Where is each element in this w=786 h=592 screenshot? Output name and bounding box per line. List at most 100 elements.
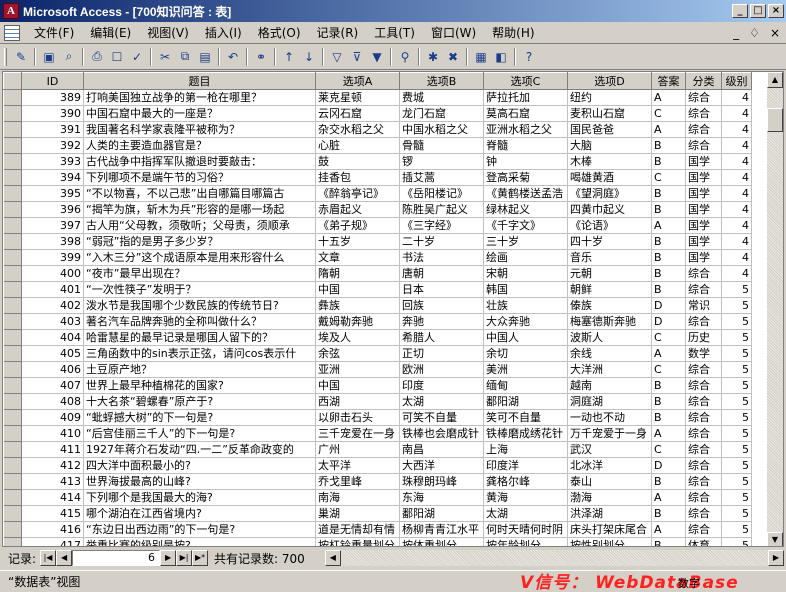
- answer-cell[interactable]: B: [651, 409, 686, 426]
- category-cell[interactable]: 综合: [685, 137, 722, 154]
- option-a-cell[interactable]: 按杠铃重量划分: [315, 537, 400, 546]
- answer-cell[interactable]: B: [651, 153, 686, 170]
- option-b-cell[interactable]: 希腊人: [399, 329, 484, 346]
- option-d-cell[interactable]: 越南: [567, 377, 652, 394]
- record-selector[interactable]: [3, 489, 22, 506]
- option-a-cell[interactable]: 《醉翁亭记》: [315, 185, 400, 202]
- table-row[interactable]: 389 打响美国独立战争的第一枪在哪里？ 莱克星顿 费城 萨拉托加 纽约 A 综合 4: [3, 89, 752, 106]
- question-cell[interactable]: 三角函数中的sin表示正弦，请问cos表示什: [83, 345, 316, 362]
- option-a-cell[interactable]: 以卵击石头: [315, 409, 400, 426]
- category-cell[interactable]: 数学: [685, 345, 722, 362]
- category-cell[interactable]: 国学: [685, 217, 722, 234]
- option-c-cell[interactable]: 上海: [483, 441, 568, 458]
- question-cell[interactable]: “一次性筷子”发明于？: [83, 281, 316, 298]
- answer-cell[interactable]: A: [651, 345, 686, 362]
- category-cell[interactable]: 综合: [685, 409, 722, 426]
- option-c-cell[interactable]: 印度洋: [483, 457, 568, 474]
- menu-tools[interactable]: 工具(T): [366, 24, 423, 41]
- option-a-cell[interactable]: 赤眉起义: [315, 201, 400, 218]
- view-design-icon[interactable]: ✎: [11, 47, 31, 67]
- table-row[interactable]: 393 古代战争中指挥军队撤退时要敲击：鼓锣钟木棒 B 国学 4: [3, 153, 752, 170]
- option-a-cell[interactable]: 亚洲: [315, 361, 400, 378]
- previous-record-button[interactable]: ◀: [56, 550, 73, 566]
- option-d-cell[interactable]: 元朝: [567, 265, 652, 282]
- answer-cell[interactable]: B: [651, 137, 686, 154]
- category-cell[interactable]: 综合: [685, 521, 722, 538]
- option-b-cell[interactable]: 鄱阳湖: [399, 505, 484, 522]
- level-cell[interactable]: 4: [721, 201, 752, 218]
- level-cell[interactable]: 4: [721, 137, 752, 154]
- scroll-left-button[interactable]: ◀: [324, 550, 341, 566]
- record-selector[interactable]: [3, 393, 22, 410]
- option-c-cell[interactable]: 三十岁: [483, 233, 568, 250]
- level-cell[interactable]: 4: [721, 185, 752, 202]
- option-a-cell[interactable]: 隋朝: [315, 265, 400, 282]
- record-selector[interactable]: [3, 281, 22, 298]
- id-cell[interactable]: 413: [21, 473, 84, 490]
- category-cell[interactable]: 综合: [685, 265, 722, 282]
- level-cell[interactable]: 4: [721, 233, 752, 250]
- option-d-cell[interactable]: 余线: [567, 345, 652, 362]
- option-b-cell[interactable]: 南昌: [399, 441, 484, 458]
- option-b-cell[interactable]: 可笑不自量: [399, 409, 484, 426]
- option-a-cell[interactable]: 余弦: [315, 345, 400, 362]
- column-header-level[interactable]: 级别: [721, 72, 752, 90]
- id-cell[interactable]: 405: [21, 345, 84, 362]
- record-selector[interactable]: [3, 377, 22, 394]
- question-cell[interactable]: 世界上最早种植棉花的国家?: [83, 377, 316, 394]
- table-row[interactable]: 404 哈雷慧星的最早记录是哪国人留下的？ 埃及人 希腊人 中国人 波斯人 C 历史 5: [3, 329, 752, 346]
- option-c-cell[interactable]: 鄱阳湖: [483, 393, 568, 410]
- option-d-cell[interactable]: 万千宠爱于一身: [567, 425, 652, 442]
- option-d-cell[interactable]: 音乐: [567, 249, 652, 266]
- search-file-icon[interactable]: ⌕: [59, 47, 79, 67]
- level-cell[interactable]: 4: [721, 153, 752, 170]
- record-selector[interactable]: [3, 233, 22, 250]
- new-record-icon[interactable]: ✱: [423, 47, 443, 67]
- option-b-cell[interactable]: 印度: [399, 377, 484, 394]
- database-window-icon[interactable]: ▦: [471, 47, 491, 67]
- scroll-down-button[interactable]: ▼: [767, 532, 783, 546]
- option-c-cell[interactable]: 缅甸: [483, 377, 568, 394]
- answer-cell[interactable]: B: [651, 185, 686, 202]
- id-cell[interactable]: 404: [21, 329, 84, 346]
- record-selector[interactable]: [3, 137, 22, 154]
- record-selector[interactable]: [3, 297, 22, 314]
- option-a-cell[interactable]: 莱克星顿: [315, 89, 400, 106]
- table-row[interactable]: 401 “一次性筷子”发明于？ 中国 日本 韩国 朝鲜 B 综合 5: [3, 281, 752, 298]
- record-selector[interactable]: [3, 457, 22, 474]
- scroll-up-button[interactable]: ▲: [767, 72, 783, 88]
- id-cell[interactable]: 414: [21, 489, 84, 506]
- option-a-cell[interactable]: 巢湖: [315, 505, 400, 522]
- option-d-cell[interactable]: 武汉: [567, 441, 652, 458]
- option-b-cell[interactable]: 奔驰: [399, 313, 484, 330]
- option-c-cell[interactable]: 中国人: [483, 329, 568, 346]
- first-record-button[interactable]: |◀: [40, 550, 57, 566]
- option-b-cell[interactable]: 龙门石窟: [399, 105, 484, 122]
- option-c-cell[interactable]: 按年龄划分: [483, 537, 568, 546]
- option-a-cell[interactable]: 太平洋: [315, 457, 400, 474]
- id-cell[interactable]: 412: [21, 457, 84, 474]
- print-preview-icon[interactable]: ☐: [107, 47, 127, 67]
- table-row[interactable]: 397 古人用“父母教，须敬听；父母责，须顺承 《弟子规》 《三字经》 《千字文》 《论语…: [3, 217, 752, 234]
- level-cell[interactable]: 5: [721, 297, 752, 314]
- option-d-cell[interactable]: 四十岁: [567, 233, 652, 250]
- level-cell[interactable]: 5: [721, 313, 752, 330]
- option-a-cell[interactable]: 中国: [315, 377, 400, 394]
- level-cell[interactable]: 5: [721, 505, 752, 522]
- record-selector[interactable]: [3, 201, 22, 218]
- question-cell[interactable]: 土豆原产地？: [83, 361, 316, 378]
- category-cell[interactable]: 综合: [685, 473, 722, 490]
- option-c-cell[interactable]: 绘画: [483, 249, 568, 266]
- answer-cell[interactable]: A: [651, 521, 686, 538]
- sort-descending-icon[interactable]: ↓: [299, 47, 319, 67]
- horizontal-scrollbar[interactable]: ◀ ▶: [324, 550, 784, 566]
- record-selector[interactable]: [3, 409, 22, 426]
- option-c-cell[interactable]: 太湖: [483, 505, 568, 522]
- menu-format[interactable]: 格式(O): [250, 24, 309, 41]
- option-c-cell[interactable]: 登高采菊: [483, 169, 568, 186]
- record-selector[interactable]: [3, 505, 22, 522]
- question-cell[interactable]: “不以物喜，不以己悲”出自哪篇目哪篇古: [83, 185, 316, 202]
- question-cell[interactable]: 哪个湖泊在江西省境内?: [83, 505, 316, 522]
- option-d-cell[interactable]: 《望洞庭》: [567, 185, 652, 202]
- table-row[interactable]: 391 我国著名科学家袁隆平被称为？ 杂交水稻之父 中国水稻之父 亚洲水稻之父 国民爸爸 A…: [3, 121, 752, 138]
